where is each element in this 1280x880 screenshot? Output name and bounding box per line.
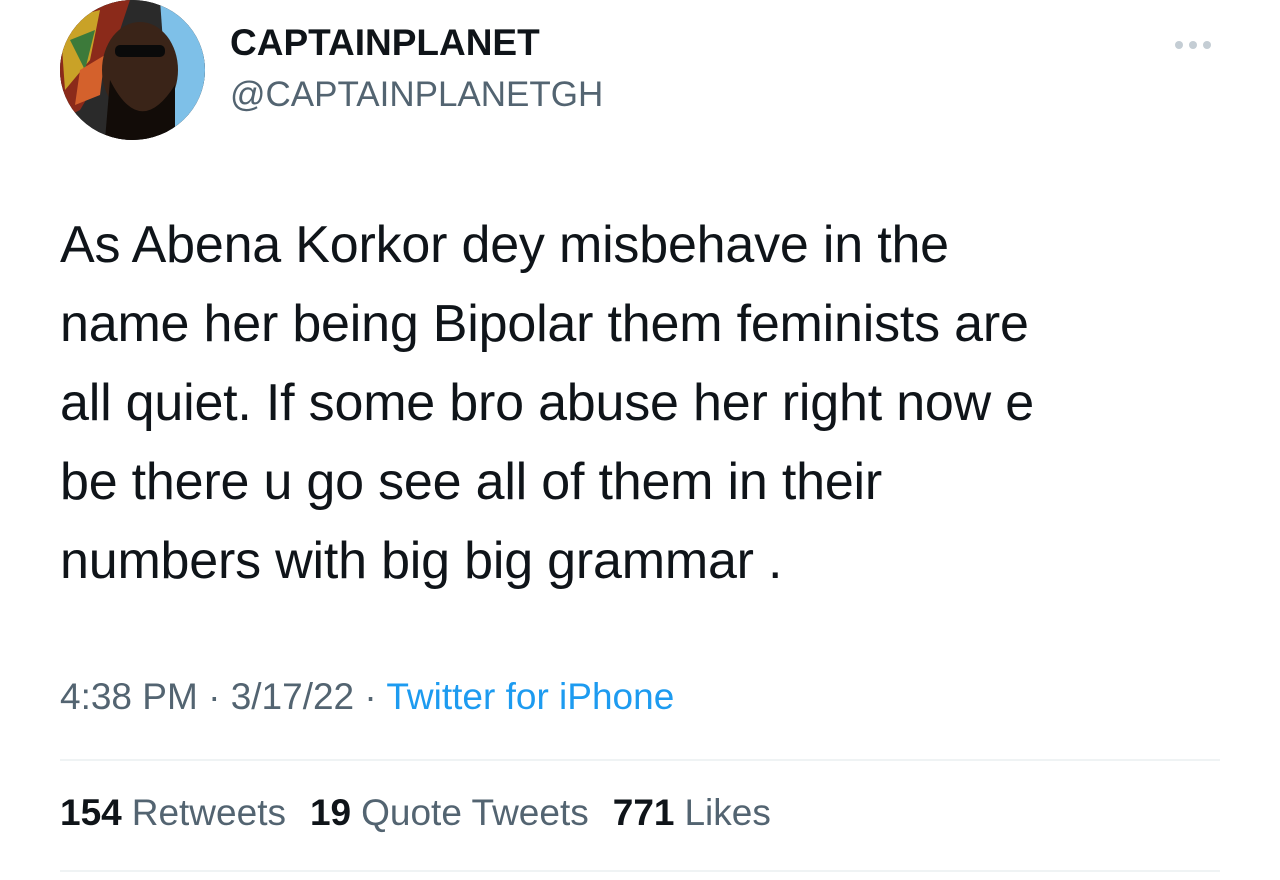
- author-display-name[interactable]: CAPTAINPLANET: [230, 22, 540, 64]
- retweets-label: Retweets: [131, 792, 286, 833]
- retweets-count: 154: [60, 792, 122, 833]
- divider: [60, 759, 1220, 761]
- likes-stat[interactable]: 771 Likes: [613, 792, 771, 834]
- quote-tweets-count: 19: [309, 792, 352, 833]
- quote-tweets-stat[interactable]: 19 Quote Tweets: [310, 792, 589, 834]
- tweet-stats: 154 Retweets 19 Quote Tweets 771 Likes: [60, 792, 771, 834]
- more-horizontal-icon[interactable]: [1170, 38, 1216, 52]
- tweet-time[interactable]: 4:38 PM: [60, 676, 198, 717]
- retweets-stat[interactable]: 154 Retweets: [60, 792, 286, 834]
- meta-separator: ·: [364, 676, 387, 717]
- tweet-source-link[interactable]: Twitter for iPhone: [386, 676, 674, 717]
- divider: [60, 870, 1220, 872]
- avatar[interactable]: [60, 0, 205, 140]
- avatar-image: [60, 0, 205, 140]
- dot: [1175, 41, 1183, 49]
- tweet-detail: CAPTAINPLANET @CAPTAINPLANETGH As Abena …: [0, 0, 1280, 880]
- tweet-date[interactable]: 3/17/22: [231, 676, 354, 717]
- meta-separator: ·: [208, 676, 231, 717]
- dot: [1203, 41, 1211, 49]
- dot: [1189, 41, 1197, 49]
- author-handle[interactable]: @CAPTAINPLANETGH: [230, 75, 603, 115]
- likes-count: 771: [612, 792, 675, 833]
- tweet-text: As Abena Korkor dey misbehave in the nam…: [60, 216, 1034, 590]
- tweet-meta: 4:38 PM · 3/17/22 · Twitter for iPhone: [60, 676, 674, 718]
- quote-tweets-label: Quote Tweets: [361, 792, 589, 833]
- likes-label: Likes: [684, 792, 771, 833]
